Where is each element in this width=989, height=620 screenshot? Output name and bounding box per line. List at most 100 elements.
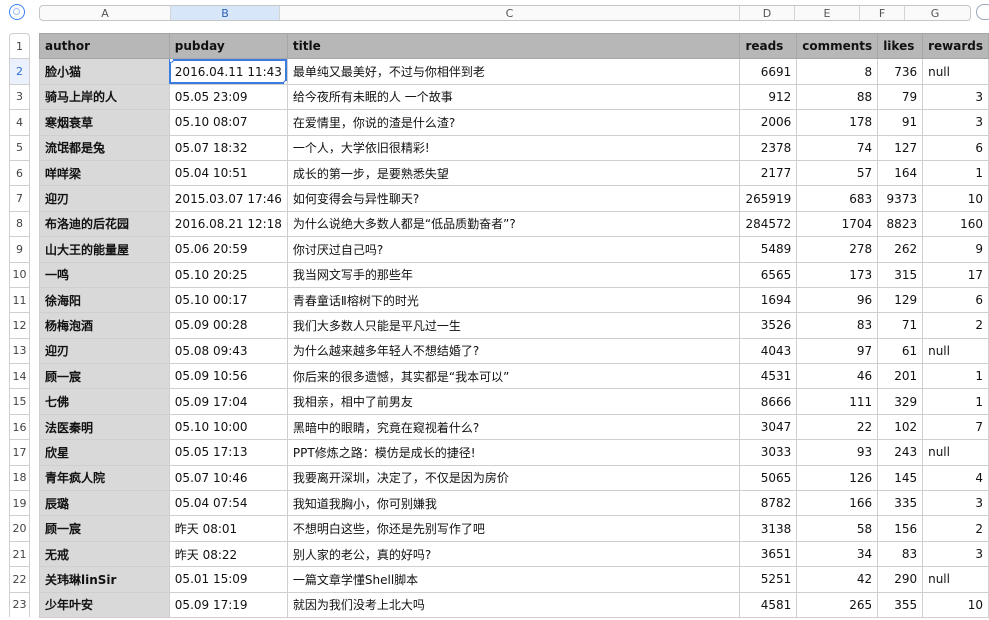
cell-reads[interactable]: 6691: [739, 58, 798, 85]
column-letter-f[interactable]: F: [860, 6, 905, 20]
cell-reads[interactable]: 2006: [739, 109, 798, 136]
cell-pubday[interactable]: 05.07 18:32: [168, 134, 288, 161]
row-number[interactable]: 21: [9, 540, 30, 567]
cell-title[interactable]: 最单纯又最美好，不过与你相伴到老: [286, 58, 741, 85]
cell-comments[interactable]: 57: [796, 159, 879, 187]
cell-author[interactable]: 一鸣: [39, 261, 170, 288]
cell-likes[interactable]: 83: [877, 540, 924, 568]
row-number[interactable]: 2: [9, 58, 30, 84]
cell-comments[interactable]: 166: [796, 490, 879, 517]
cell-comments[interactable]: 88: [796, 83, 879, 111]
cell-rewards[interactable]: 10: [922, 185, 989, 212]
cell-reads[interactable]: 3526: [739, 312, 798, 339]
cell-likes[interactable]: 262: [877, 236, 924, 263]
cell-reads[interactable]: 8666: [739, 388, 798, 415]
cell-reads[interactable]: 2378: [739, 134, 798, 161]
cell-title[interactable]: 一篇文章学懂Shell脚本: [286, 566, 741, 593]
cell-comments[interactable]: 74: [796, 134, 879, 161]
cell-likes[interactable]: 201: [877, 363, 924, 390]
cell-title[interactable]: 在爱情里，你说的渣是什么渣?: [286, 109, 741, 136]
cell-rewards[interactable]: 3: [922, 540, 989, 568]
cell-reads[interactable]: 3651: [739, 540, 798, 568]
cell-pubday[interactable]: 05.04 07:54: [168, 490, 288, 517]
cell-title[interactable]: 给今夜所有未眠的人 一个故事: [286, 83, 741, 111]
cell-reads[interactable]: 2177: [739, 159, 798, 187]
cell-rewards[interactable]: 1: [922, 159, 989, 187]
cell-comments[interactable]: 96: [796, 286, 879, 314]
row-number[interactable]: 18: [9, 464, 30, 491]
cell-likes[interactable]: 156: [877, 515, 924, 542]
column-letter-c[interactable]: C: [280, 6, 740, 20]
cell-comments[interactable]: 173: [796, 261, 879, 288]
row-number[interactable]: 7: [9, 185, 30, 211]
header-cell-author[interactable]: author: [39, 32, 170, 60]
cell-pubday[interactable]: 05.10 00:17: [168, 286, 288, 314]
cell-comments[interactable]: 111: [796, 388, 879, 415]
cell-title[interactable]: PPT修炼之路：模仿是成长的捷径!: [286, 439, 741, 466]
cell-likes[interactable]: 102: [877, 413, 924, 441]
add-column-button[interactable]: [976, 4, 989, 20]
cell-pubday[interactable]: 05.10 08:07: [168, 109, 288, 136]
cell-pubday[interactable]: 2015.03.07 17:46: [168, 185, 288, 212]
cell-reads[interactable]: 912: [739, 83, 798, 111]
column-letter-d[interactable]: D: [740, 6, 795, 20]
row-number[interactable]: 14: [9, 363, 30, 389]
cell-author[interactable]: 脸小猫: [39, 58, 170, 85]
cell-pubday[interactable]: 05.09 10:56: [168, 363, 288, 390]
cell-comments[interactable]: 34: [796, 540, 879, 568]
cell-pubday[interactable]: 05.09 17:19: [168, 591, 288, 618]
cell-comments[interactable]: 178: [796, 109, 879, 136]
cell-author[interactable]: 迎刃: [39, 185, 170, 212]
column-letter-g[interactable]: G: [905, 6, 965, 20]
header-cell-pubday[interactable]: pubday: [168, 32, 288, 60]
cell-reads[interactable]: 5489: [739, 236, 798, 263]
cell-author[interactable]: 布洛迪的后花园: [39, 210, 170, 238]
cell-pubday[interactable]: 05.10 20:25: [168, 261, 288, 288]
cell-likes[interactable]: 335: [877, 490, 924, 517]
cell-reads[interactable]: 3047: [739, 413, 798, 441]
cell-reads[interactable]: 8782: [739, 490, 798, 517]
cell-comments[interactable]: 8: [796, 58, 879, 85]
cell-likes[interactable]: 79: [877, 83, 924, 111]
cell-author[interactable]: 迎刃: [39, 337, 170, 365]
cell-likes[interactable]: 243: [877, 439, 924, 466]
cell-title[interactable]: 成长的第一步，是要熟悉失望: [286, 159, 741, 187]
cell-reads[interactable]: 5251: [739, 566, 798, 593]
row-number[interactable]: 15: [9, 388, 30, 414]
cell-rewards[interactable]: null: [922, 337, 989, 365]
cell-author[interactable]: 杨梅泡酒: [39, 312, 170, 339]
cell-reads[interactable]: 6565: [739, 261, 798, 288]
cell-rewards[interactable]: 3: [922, 83, 989, 111]
cell-rewards[interactable]: null: [922, 58, 989, 85]
row-number[interactable]: 10: [9, 261, 30, 287]
cell-reads[interactable]: 4581: [739, 591, 798, 618]
row-number[interactable]: 1: [9, 33, 30, 59]
row-number[interactable]: 12: [9, 312, 30, 338]
cell-likes[interactable]: 129: [877, 286, 924, 314]
cell-rewards[interactable]: 2: [922, 312, 989, 339]
row-number[interactable]: 8: [9, 210, 30, 237]
cell-rewards[interactable]: 3: [922, 490, 989, 517]
cell-pubday[interactable]: 05.08 09:43: [168, 337, 288, 365]
row-number[interactable]: 4: [9, 109, 30, 135]
cell-title[interactable]: 就因为我们没考上北大吗: [286, 591, 741, 618]
row-number[interactable]: 22: [9, 566, 30, 592]
column-letter-b[interactable]: B: [171, 6, 280, 20]
cell-likes[interactable]: 71: [877, 312, 924, 339]
cell-title[interactable]: 黑暗中的眼睛，究竟在窥视着什么?: [286, 413, 741, 441]
cell-author[interactable]: 骑马上岸的人: [39, 83, 170, 111]
cell-reads[interactable]: 5065: [739, 464, 798, 492]
cell-pubday[interactable]: 昨天 08:01: [168, 515, 288, 542]
cell-pubday[interactable]: 05.04 10:51: [168, 159, 288, 187]
cell-likes[interactable]: 9373: [877, 185, 924, 212]
cell-likes[interactable]: 61: [877, 337, 924, 365]
cell-author[interactable]: 咩咩梁: [39, 159, 170, 187]
header-cell-reads[interactable]: reads: [739, 32, 798, 60]
cell-comments[interactable]: 126: [796, 464, 879, 492]
cell-likes[interactable]: 91: [877, 109, 924, 136]
cell-comments[interactable]: 22: [796, 413, 879, 441]
cell-pubday[interactable]: 昨天 08:22: [168, 540, 288, 568]
cell-pubday[interactable]: 2016.04.11 11:43: [168, 58, 288, 85]
cell-rewards[interactable]: null: [922, 566, 989, 593]
row-number[interactable]: 17: [9, 439, 30, 465]
